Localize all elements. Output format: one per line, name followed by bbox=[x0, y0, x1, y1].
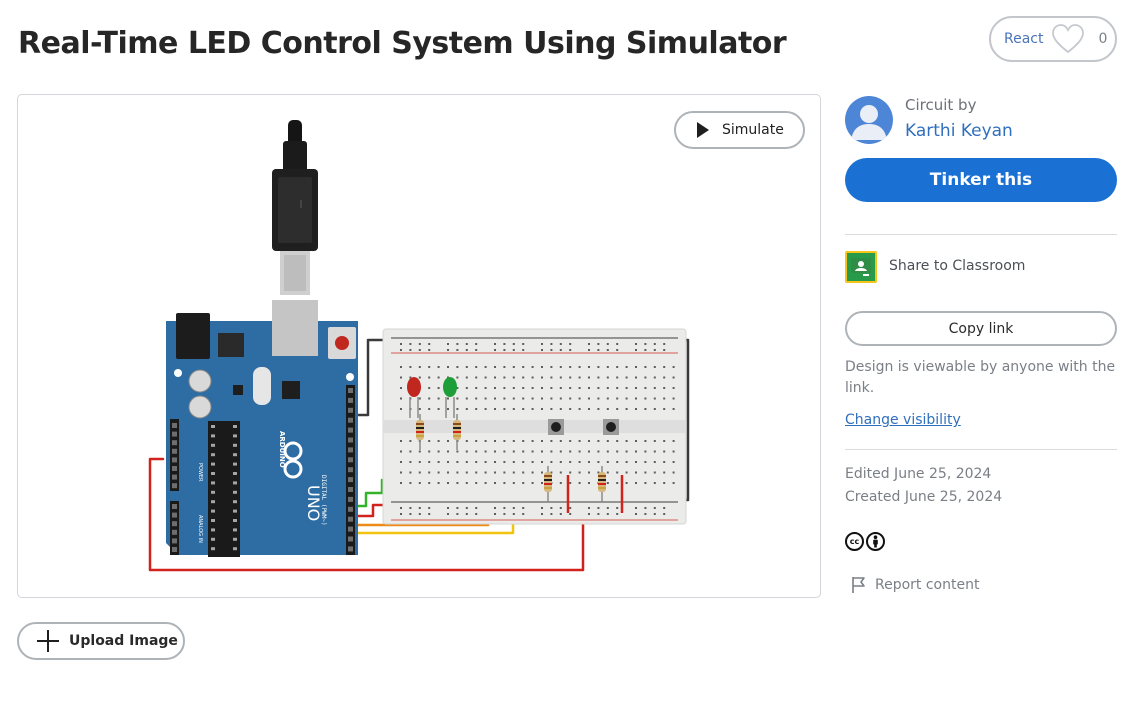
change-visibility-link[interactable]: Change visibility bbox=[845, 412, 961, 428]
usb-cable bbox=[272, 120, 318, 295]
tinker-this-button[interactable]: Tinker this bbox=[845, 158, 1117, 202]
cc-icon: cc bbox=[845, 532, 864, 551]
copy-link-button[interactable]: Copy link bbox=[845, 311, 1117, 346]
arduino-brand-label: ARDUINO bbox=[278, 431, 286, 468]
upload-image-label: Upload Image bbox=[69, 633, 178, 649]
author-link[interactable]: Karthi Keyan bbox=[905, 121, 1013, 141]
upload-image-button[interactable]: Upload Image bbox=[17, 622, 185, 660]
simulate-label: Simulate bbox=[722, 122, 784, 138]
creative-commons-license-icon[interactable]: cc bbox=[845, 532, 885, 551]
circuit-by-label: Circuit by bbox=[905, 96, 977, 114]
push-button bbox=[548, 419, 564, 435]
circuit-canvas[interactable]: UNO ARDUINO DIGITAL (PWM~) POWER ANALOG … bbox=[17, 94, 821, 598]
google-classroom-icon[interactable] bbox=[845, 251, 877, 283]
power-label: POWER bbox=[197, 463, 203, 482]
arduino-board: UNO ARDUINO DIGITAL (PWM~) POWER ANALOG … bbox=[166, 300, 358, 565]
breadboard bbox=[382, 328, 687, 525]
react-label: React bbox=[1004, 31, 1044, 47]
react-count: 0 bbox=[1098, 31, 1108, 47]
divider bbox=[845, 449, 1117, 450]
avatar[interactable] bbox=[845, 96, 893, 144]
created-date: Created June 25, 2024 bbox=[845, 489, 1003, 505]
page-title: Real-Time LED Control System Using Simul… bbox=[18, 26, 787, 61]
flag-icon bbox=[851, 576, 867, 594]
visibility-note: Design is viewable by anyone with the li… bbox=[845, 359, 1116, 396]
analog-label: ANALOG IN bbox=[197, 515, 203, 543]
simulate-button[interactable]: Simulate bbox=[674, 111, 805, 149]
heart-icon bbox=[1051, 24, 1085, 54]
report-content-label: Report content bbox=[875, 577, 980, 593]
digital-label: DIGITAL (PWM~) bbox=[320, 475, 327, 526]
react-button[interactable]: React 0 bbox=[989, 16, 1117, 62]
play-icon bbox=[697, 122, 709, 138]
share-to-classroom-link[interactable]: Share to Classroom bbox=[889, 258, 1025, 274]
push-button bbox=[603, 419, 619, 435]
edited-date: Edited June 25, 2024 bbox=[845, 466, 992, 482]
report-content-link[interactable]: Report content bbox=[851, 576, 979, 594]
circuit-diagram: UNO ARDUINO DIGITAL (PWM~) POWER ANALOG … bbox=[148, 120, 690, 572]
plus-icon bbox=[37, 630, 59, 652]
divider bbox=[845, 234, 1117, 235]
by-icon bbox=[866, 532, 885, 551]
